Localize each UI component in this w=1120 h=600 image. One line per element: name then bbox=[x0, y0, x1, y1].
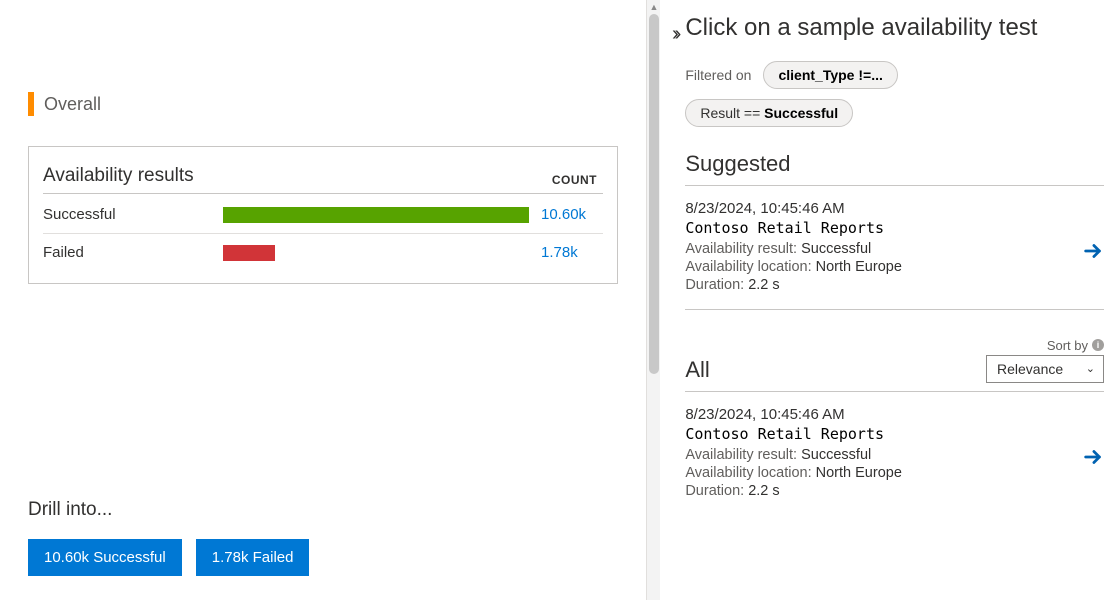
result-row-successful[interactable]: Successful 10.60k bbox=[43, 196, 603, 234]
collapse-panel-icon[interactable]: ›› bbox=[672, 14, 677, 600]
item-timestamp: 8/23/2024, 10:45:46 AM bbox=[685, 200, 1076, 217]
filter-pill-result[interactable]: Result == Successful bbox=[685, 99, 853, 127]
all-heading: All bbox=[685, 357, 709, 383]
sort-dropdown[interactable]: Relevance ⌄ bbox=[986, 355, 1104, 383]
result-bar-wrap bbox=[223, 207, 541, 223]
result-label: Failed bbox=[43, 244, 223, 261]
overall-title: Overall bbox=[44, 94, 101, 115]
arrow-right-icon[interactable] bbox=[1082, 446, 1104, 468]
left-pane: Overall Availability results COUNT Succe… bbox=[0, 0, 660, 600]
result-bar bbox=[223, 245, 275, 261]
sort-by-label: Sort by i bbox=[986, 338, 1104, 353]
info-icon[interactable]: i bbox=[1092, 339, 1104, 351]
item-timestamp: 8/23/2024, 10:45:46 AM bbox=[685, 406, 1076, 423]
filter-row: Filtered on client_Type !=... bbox=[685, 61, 1104, 89]
card-title: Availability results bbox=[43, 165, 194, 187]
filter-pill-client-type[interactable]: client_Type !=... bbox=[763, 61, 897, 89]
drill-into-section: Drill into... 10.60k Successful 1.78k Fa… bbox=[28, 499, 309, 576]
all-item[interactable]: 8/23/2024, 10:45:46 AM Contoso Retail Re… bbox=[685, 400, 1104, 515]
suggested-item[interactable]: 8/23/2024, 10:45:46 AM Contoso Retail Re… bbox=[685, 194, 1104, 310]
result-bar-wrap bbox=[223, 245, 541, 261]
item-name: Contoso Retail Reports bbox=[685, 425, 1076, 443]
result-count[interactable]: 10.60k bbox=[541, 206, 603, 223]
scroll-thumb[interactable] bbox=[649, 14, 659, 374]
scroll-up-icon[interactable]: ▲ bbox=[647, 1, 661, 13]
drill-failed-button[interactable]: 1.78k Failed bbox=[196, 539, 310, 576]
chevron-down-icon: ⌄ bbox=[1086, 362, 1095, 375]
result-label: Successful bbox=[43, 206, 223, 223]
right-pane: ›› Click on a sample availability test F… bbox=[660, 0, 1120, 600]
drill-successful-button[interactable]: 10.60k Successful bbox=[28, 539, 182, 576]
overall-accent bbox=[28, 92, 34, 116]
result-row-failed[interactable]: Failed 1.78k bbox=[43, 234, 603, 271]
result-bar bbox=[223, 207, 529, 223]
count-header: COUNT bbox=[552, 173, 603, 187]
overall-section: Overall Availability results COUNT Succe… bbox=[28, 92, 660, 284]
scrollbar[interactable]: ▲ bbox=[646, 0, 660, 600]
right-pane-title: Click on a sample availability test bbox=[685, 14, 1104, 43]
all-header-row: All Sort by i Relevance ⌄ bbox=[685, 338, 1104, 392]
item-name: Contoso Retail Reports bbox=[685, 219, 1076, 237]
filtered-on-label: Filtered on bbox=[685, 67, 751, 83]
availability-results-card: Availability results COUNT Successful 10… bbox=[28, 146, 618, 284]
result-count[interactable]: 1.78k bbox=[541, 244, 603, 261]
suggested-heading: Suggested bbox=[685, 151, 1104, 177]
divider bbox=[685, 185, 1104, 186]
arrow-right-icon[interactable] bbox=[1082, 240, 1104, 262]
sort-block: Sort by i Relevance ⌄ bbox=[986, 338, 1104, 383]
drill-title: Drill into... bbox=[28, 499, 309, 521]
